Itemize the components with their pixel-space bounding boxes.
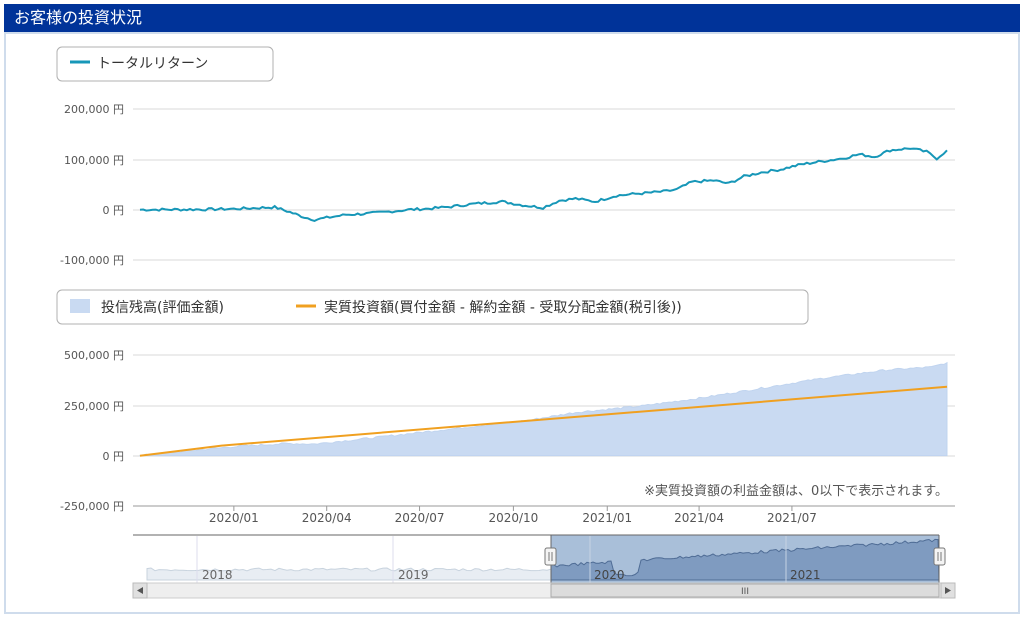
x-tick-label: 2020/10 <box>488 511 538 525</box>
x-tick-label: 2020/01 <box>209 511 259 525</box>
navigator-year-label: 2020 <box>594 568 625 582</box>
y-tick-label: 0 円 <box>103 450 125 463</box>
y-tick-label: 0 円 <box>103 204 125 217</box>
y-tick-label: -250,000 円 <box>60 500 124 513</box>
return-y-axis: 200,000 円 100,000 円 0 円 -100,000 円 <box>60 103 124 267</box>
navigator-year-label: 2021 <box>790 568 821 582</box>
navigator-right-handle[interactable] <box>933 547 946 566</box>
x-axis: 2020/01 2020/04 2020/07 2020/10 2021/01 2021/… <box>209 506 817 525</box>
balance-legend-label: 投信残高(評価金額) <box>101 299 224 316</box>
x-tick-label: 2021/07 <box>767 511 817 525</box>
chart-note: ※実質投資額の利益金額は、0以下で表示されます。 <box>644 483 948 499</box>
scrollbar-grip: III <box>741 587 749 597</box>
navigator-year-label: 2018 <box>202 568 233 582</box>
navigator-left-handle[interactable] <box>544 547 557 566</box>
x-tick-label: 2021/01 <box>582 511 632 525</box>
balance-y-axis: 500,000 円 250,000 円 0 円 -250,000 円 <box>60 349 124 513</box>
y-tick-label: -100,000 円 <box>60 254 124 267</box>
y-tick-label: 250,000 円 <box>64 400 124 413</box>
range-navigator[interactable]: 2018 2019 2020 2021 <box>133 534 946 583</box>
return-grid <box>133 108 955 261</box>
x-tick-label: 2021/04 <box>674 511 724 525</box>
y-tick-label: 500,000 円 <box>64 349 124 362</box>
x-tick-label: 2020/04 <box>302 511 352 525</box>
y-tick-label: 100,000 円 <box>64 154 124 167</box>
navigator-scrollbar[interactable]: III <box>132 582 956 599</box>
invested-legend-label: 実質投資額(買付金額 - 解約金額 - 受取分配金額(税引後)) <box>324 300 682 316</box>
return-legend-label: トータルリターン <box>97 56 208 72</box>
navigator-year-label: 2019 <box>398 568 429 582</box>
investment-chart: トータルリターン 200,000 円 100,000 円 0 円 -100,00… <box>56 46 956 599</box>
balance-legend-swatch <box>70 299 90 313</box>
x-tick-label: 2020/07 <box>395 511 445 525</box>
y-tick-label: 200,000 円 <box>64 103 124 116</box>
